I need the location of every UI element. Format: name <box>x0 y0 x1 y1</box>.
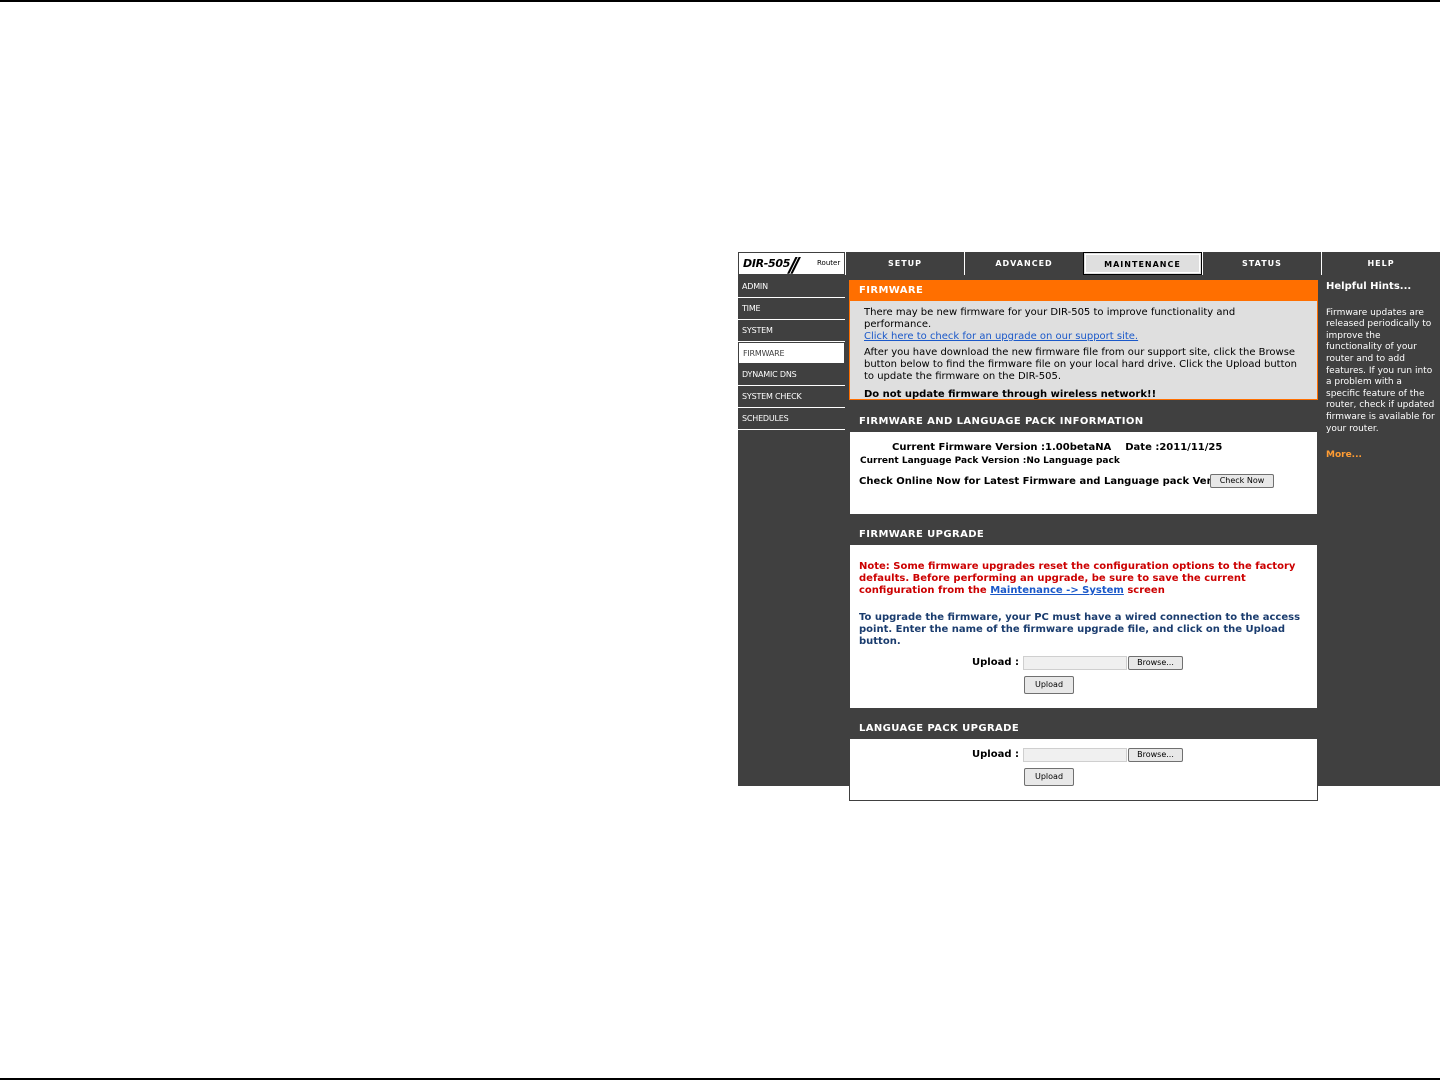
firmware-intro-text: There may be new firmware for your DIR-5… <box>864 307 1236 330</box>
firmware-version-row: Current Firmware Version :1.00betaNA Dat… <box>892 442 1222 453</box>
upgrade-instructions: To upgrade the firmware, your PC must ha… <box>859 612 1301 647</box>
sidebar-item-firmware[interactable]: FIRMWARE <box>738 342 845 364</box>
router-admin-panel: DIR-505 // Router SETUP ADVANCED MAINTEN… <box>738 252 1440 801</box>
firmware-upgrade-section: FIRMWARE UPGRADE Note: Some firmware upg… <box>849 523 1318 709</box>
page-bottom-rule <box>0 1078 1440 1080</box>
language-pack-value: No Language pack <box>1026 456 1120 466</box>
maintenance-system-link[interactable]: Maintenance -> System <box>990 585 1124 596</box>
help-title: Helpful Hints... <box>1326 281 1412 292</box>
tab-setup[interactable]: SETUP <box>845 252 964 275</box>
firmware-info-title: FIRMWARE AND LANGUAGE PACK INFORMATION <box>850 411 1317 432</box>
support-site-link[interactable]: Click here to check for an upgrade on ou… <box>864 331 1138 342</box>
help-panel: Helpful Hints... Firmware updates are re… <box>1321 276 1440 786</box>
firmware-version-label: Current Firmware Version : <box>892 442 1046 453</box>
firmware-date-value: 2011/11/25 <box>1159 442 1223 453</box>
firmware-version-value: 1.00betaNA <box>1045 442 1112 453</box>
firmware-upload-label: Upload : <box>972 657 1019 668</box>
upgrade-note: Note: Some firmware upgrades reset the c… <box>859 561 1299 597</box>
tab-advanced[interactable]: ADVANCED <box>964 252 1083 275</box>
firmware-file-input[interactable] <box>1023 656 1127 670</box>
sidebar-item-system[interactable]: SYSTEM <box>738 320 845 342</box>
sidebar-item-dynamic-dns[interactable]: DYNAMIC DNS <box>738 364 845 386</box>
firmware-upgrade-title: FIRMWARE UPGRADE <box>850 524 1317 545</box>
logo-model: DIR-505 <box>743 257 791 270</box>
check-online-row: Check Online Now for Latest Firmware and… <box>859 476 1242 487</box>
firmware-upload-button[interactable]: Upload <box>1024 676 1074 694</box>
language-pack-label: Current Language Pack Version : <box>860 456 1027 466</box>
logo-slash-icon: // <box>789 253 799 277</box>
firmware-browse-button[interactable]: Browse... <box>1128 656 1183 670</box>
firmware-info-section: FIRMWARE AND LANGUAGE PACK INFORMATION C… <box>849 410 1318 515</box>
tab-maintenance[interactable]: MAINTENANCE <box>1083 252 1202 275</box>
page-top-rule <box>0 0 1440 2</box>
language-upload-button[interactable]: Upload <box>1024 768 1074 786</box>
main-content: FIRMWARE There may be new firmware for y… <box>849 280 1318 809</box>
language-pack-upgrade-title: LANGUAGE PACK UPGRADE <box>850 718 1317 739</box>
language-file-input[interactable] <box>1023 748 1127 762</box>
firmware-instructions-text: After you have download the new firmware… <box>864 347 1297 382</box>
tab-help[interactable]: HELP <box>1321 252 1440 275</box>
logo-sub: Router <box>817 259 841 267</box>
sidebar-nav: ADMIN TIME SYSTEM FIRMWARE DYNAMIC DNS S… <box>738 276 845 430</box>
help-text: Firmware updates are released periodical… <box>1326 307 1435 434</box>
sidebar-item-time[interactable]: TIME <box>738 298 845 320</box>
upgrade-note-suffix: screen <box>1123 585 1165 596</box>
help-more-link[interactable]: More... <box>1326 450 1435 462</box>
firmware-wireless-warning: Do not update firmware through wireless … <box>864 389 1157 400</box>
sidebar-item-system-check[interactable]: SYSTEM CHECK <box>738 386 845 408</box>
sidebar-item-schedules[interactable]: SCHEDULES <box>738 408 845 430</box>
router-logo: DIR-505 // Router <box>738 252 845 277</box>
check-now-button[interactable]: Check Now <box>1210 474 1274 488</box>
language-browse-button[interactable]: Browse... <box>1128 748 1183 762</box>
firmware-section-title: FIRMWARE <box>850 281 1317 301</box>
language-pack-upgrade-section: LANGUAGE PACK UPGRADE Upload : Browse...… <box>849 717 1318 801</box>
firmware-date-label: Date : <box>1125 442 1160 453</box>
firmware-intro-section: FIRMWARE There may be new firmware for y… <box>849 280 1318 400</box>
sidebar-item-admin[interactable]: ADMIN <box>738 276 845 298</box>
language-upload-label: Upload : <box>972 749 1019 760</box>
language-pack-row: Current Language Pack Version :No Langua… <box>860 456 1120 466</box>
tab-status[interactable]: STATUS <box>1202 252 1321 275</box>
check-online-label: Check Online Now for Latest Firmware and… <box>859 476 1243 487</box>
